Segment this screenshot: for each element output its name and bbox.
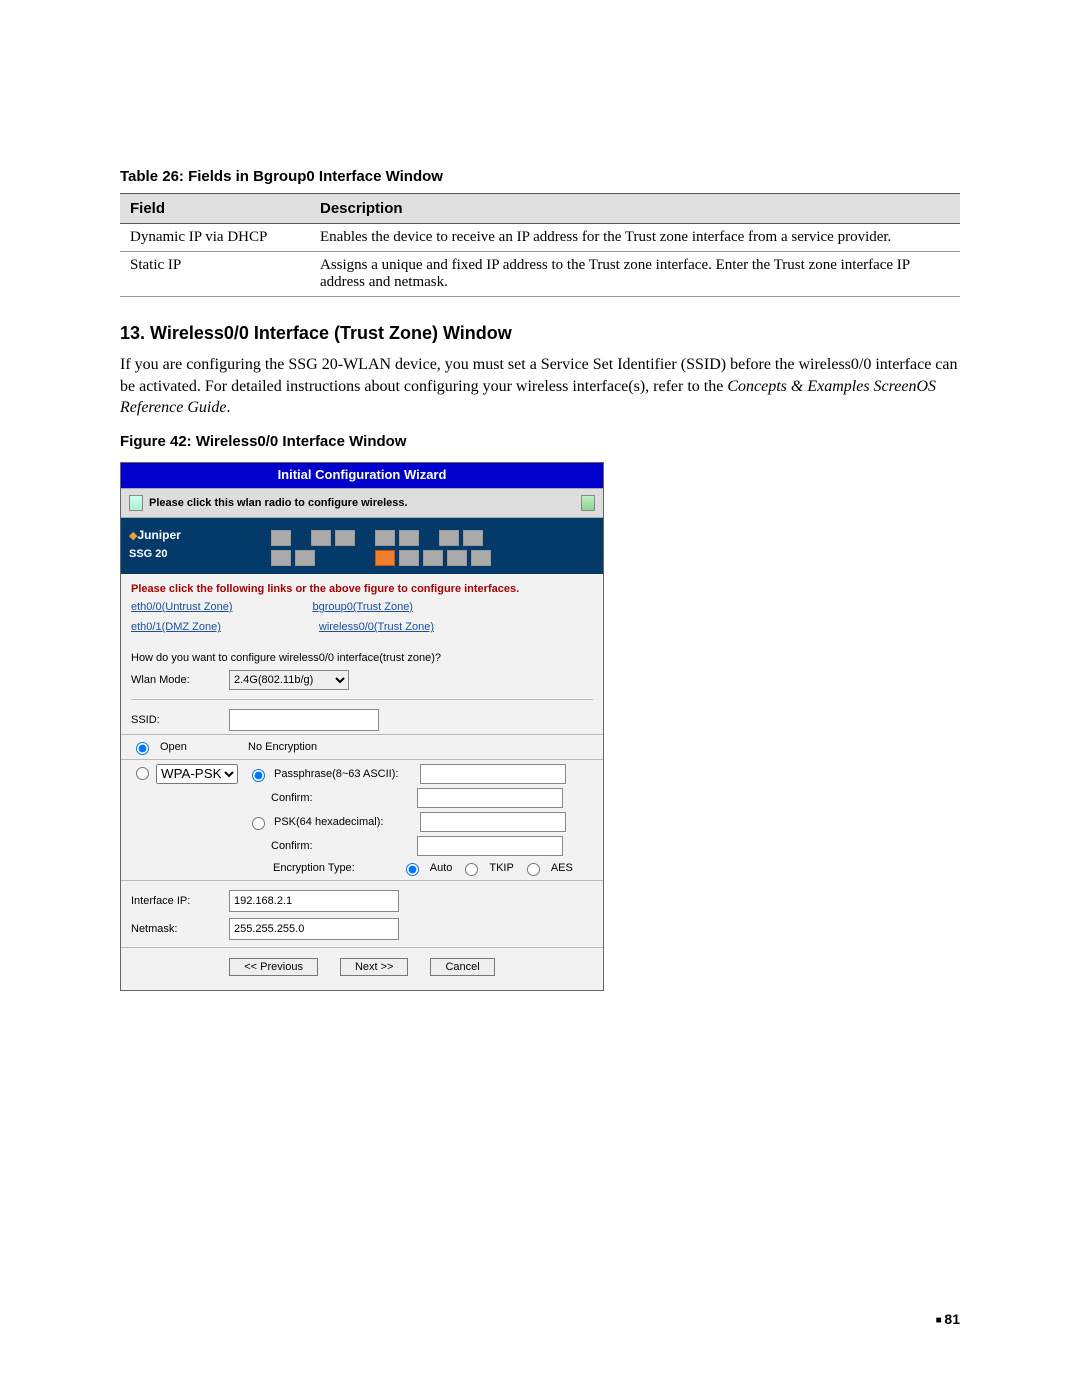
brand-logo-text: ◆Juniper <box>129 530 181 542</box>
link-instruction: Please click the following links or the … <box>121 574 603 596</box>
psk-radio[interactable] <box>252 817 265 830</box>
cancel-button[interactable]: Cancel <box>430 958 494 976</box>
psk-confirm-input[interactable] <box>417 836 563 856</box>
ssid-label: SSID: <box>131 713 223 727</box>
wpapsk-radio[interactable] <box>136 767 149 780</box>
wlan-mode-label: Wlan Mode: <box>131 673 223 687</box>
interface-ip-input[interactable] <box>229 890 399 912</box>
psk-confirm-label: Confirm: <box>271 839 411 853</box>
enc-tkip-label: TKIP <box>489 861 513 875</box>
open-radio[interactable] <box>136 742 149 755</box>
psk-label: PSK(64 hexadecimal): <box>274 815 414 829</box>
cell-desc: Assigns a unique and fixed IP address to… <box>310 252 960 297</box>
wlan-left-icon <box>129 495 143 511</box>
port-icon[interactable] <box>439 530 459 546</box>
initial-configuration-wizard: Initial Configuration Wizard Please clic… <box>120 462 604 991</box>
no-encryption-text: No Encryption <box>248 740 317 754</box>
port-icon[interactable] <box>271 550 291 566</box>
enc-auto-label: Auto <box>430 861 453 875</box>
link-eth00[interactable]: eth0/0(Untrust Zone) <box>131 600 233 614</box>
link-wireless00[interactable]: wireless0/0(Trust Zone) <box>319 620 434 634</box>
port-icon[interactable] <box>295 550 315 566</box>
passphrase-confirm-input[interactable] <box>417 788 563 808</box>
cell-field: Dynamic IP via DHCP <box>120 224 310 252</box>
port-icon[interactable] <box>399 550 419 566</box>
table26-header-field: Field <box>120 194 310 224</box>
wlan-message-bar: Please click this wlan radio to configur… <box>121 488 603 518</box>
wlan-radio-icon[interactable] <box>581 495 595 511</box>
interface-ip-label: Interface IP: <box>131 894 223 908</box>
ssid-input[interactable] <box>229 709 379 731</box>
enc-auto-radio[interactable] <box>406 863 419 876</box>
link-eth01[interactable]: eth0/1(DMZ Zone) <box>131 620 221 634</box>
passphrase-confirm-label: Confirm: <box>271 791 411 805</box>
passphrase-label: Passphrase(8~63 ASCII): <box>274 767 414 781</box>
section-13-title: 13. Wireless0/0 Interface (Trust Zone) W… <box>120 323 960 344</box>
config-question: How do you want to configure wireless0/0… <box>121 645 623 667</box>
page-number: 81 <box>936 1311 960 1327</box>
wizard-title: Initial Configuration Wizard <box>121 463 603 488</box>
encryption-type-label: Encryption Type: <box>273 861 355 875</box>
table26-caption: Table 26: Fields in Bgroup0 Interface Wi… <box>120 168 960 185</box>
port-icon[interactable] <box>311 530 331 546</box>
port-icon[interactable] <box>447 550 467 566</box>
device-model: SSG 20 <box>129 547 181 561</box>
para-text-b: . <box>226 399 230 416</box>
wlan-message: Please click this wlan radio to configur… <box>149 496 408 510</box>
enc-tkip-radio[interactable] <box>465 863 478 876</box>
link-bgroup0[interactable]: bgroup0(Trust Zone) <box>313 600 413 614</box>
port-icon[interactable] <box>423 550 443 566</box>
netmask-label: Netmask: <box>131 922 223 936</box>
port-icon[interactable] <box>471 550 491 566</box>
enc-aes-label: AES <box>551 861 573 875</box>
port-icon[interactable] <box>335 530 355 546</box>
netmask-input[interactable] <box>229 918 399 940</box>
port-icon[interactable] <box>375 530 395 546</box>
open-label: Open <box>160 740 240 754</box>
figure42-caption: Figure 42: Wireless0/0 Interface Window <box>120 433 960 450</box>
wpapsk-select[interactable]: WPA-PSK <box>156 764 238 784</box>
section-13-paragraph: If you are configuring the SSG 20-WLAN d… <box>120 354 960 419</box>
enc-aes-radio[interactable] <box>527 863 540 876</box>
port-icon[interactable] <box>463 530 483 546</box>
table26-header-description: Description <box>310 194 960 224</box>
device-diagram-panel: ◆Juniper SSG 20 <box>121 518 603 574</box>
table-row: Static IP Assigns a unique and fixed IP … <box>120 252 960 297</box>
cell-desc: Enables the device to receive an IP addr… <box>310 224 960 252</box>
cell-field: Static IP <box>120 252 310 297</box>
passphrase-input[interactable] <box>420 764 566 784</box>
next-button[interactable]: Next >> <box>340 958 409 976</box>
previous-button[interactable]: << Previous <box>229 958 318 976</box>
port-icon[interactable] <box>399 530 419 546</box>
table-row: Dynamic IP via DHCP Enables the device t… <box>120 224 960 252</box>
psk-input[interactable] <box>420 812 566 832</box>
table26: Field Description Dynamic IP via DHCP En… <box>120 193 960 297</box>
passphrase-radio[interactable] <box>252 769 265 782</box>
port-icon[interactable] <box>375 550 395 566</box>
wlan-mode-select[interactable]: 2.4G(802.11b/g) <box>229 670 349 690</box>
port-icon[interactable] <box>271 530 291 546</box>
